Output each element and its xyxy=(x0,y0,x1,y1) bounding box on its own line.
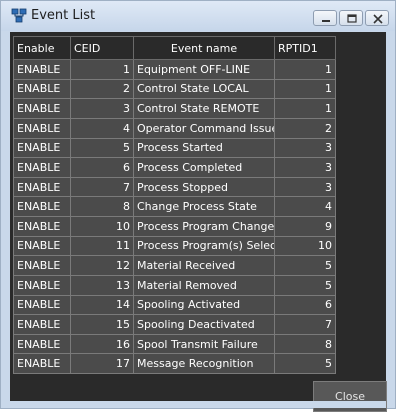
ceid-cell: 1 xyxy=(70,59,134,80)
enable-cell: ENABLE xyxy=(13,176,71,198)
event-name-cell: Process Completed xyxy=(133,157,275,178)
maximize-icon xyxy=(347,14,357,23)
event-name-cell: Spool Transmit Failure xyxy=(133,333,275,355)
column-header-ceid[interactable]: CEID xyxy=(70,36,134,60)
rptid1-cell: 10 xyxy=(274,235,336,257)
table-row[interactable]: ENABLE 10 Process Program Change 9 xyxy=(13,216,336,237)
enable-cell: ENABLE xyxy=(13,274,71,296)
event-table[interactable]: Enable CEID Event name RPTID1 ENABLE 1 Equ… xyxy=(13,36,336,374)
event-name-cell: Material Received xyxy=(133,255,275,276)
minimize-icon xyxy=(322,20,330,22)
rptid1-cell: 1 xyxy=(274,98,336,119)
ceid-cell: 12 xyxy=(70,255,134,276)
table-body: ENABLE 1 Equipment OFF-LINE 1 ENABLE 2 Control… xyxy=(13,59,336,374)
enable-cell: ENABLE xyxy=(13,353,71,374)
table-row[interactable]: ENABLE 8 Change Process State 4 xyxy=(13,196,336,217)
table-row[interactable]: ENABLE 2 Control State LOCAL 1 xyxy=(13,78,336,100)
rptid1-cell: 1 xyxy=(274,78,336,100)
close-window-button[interactable] xyxy=(365,10,389,26)
enable-cell: ENABLE xyxy=(13,314,71,335)
event-list-panel: Enable CEID Event name RPTID1 ENABLE 1 Equ… xyxy=(10,32,387,412)
enable-cell: ENABLE xyxy=(13,255,71,276)
event-name-cell: Spooling Deactivated xyxy=(133,314,275,335)
table-header-row: Enable CEID Event name RPTID1 xyxy=(13,36,336,60)
event-name-cell: Control State REMOTE xyxy=(133,98,275,119)
enable-cell: ENABLE xyxy=(13,78,71,100)
window-title: Event List xyxy=(31,8,96,23)
table-row[interactable]: ENABLE 12 Material Received 5 xyxy=(13,255,336,276)
rptid1-cell: 5 xyxy=(274,274,336,296)
rptid1-cell: 6 xyxy=(274,294,336,316)
ceid-cell: 15 xyxy=(70,314,134,335)
event-name-cell: Operator Command Issued xyxy=(133,117,275,139)
close-icon xyxy=(373,14,383,24)
ceid-cell: 10 xyxy=(70,216,134,237)
enable-cell: ENABLE xyxy=(13,59,71,80)
rptid1-cell: 9 xyxy=(274,216,336,237)
ceid-cell: 6 xyxy=(70,157,134,178)
table-row[interactable]: ENABLE 1 Equipment OFF-LINE 1 xyxy=(13,59,336,80)
table-row[interactable]: ENABLE11Process Program(s) Selected10 xyxy=(13,235,336,257)
window-frame-bottom xyxy=(10,401,386,408)
column-header-enable[interactable]: Enable xyxy=(13,36,71,60)
table-row[interactable]: ENABLE 15 Spooling Deactivated 7 xyxy=(13,314,336,335)
table-row[interactable]: ENABLE 7 Process Stopped 3 xyxy=(13,176,336,198)
enable-cell: ENABLE xyxy=(13,137,71,159)
rptid1-cell: 7 xyxy=(274,314,336,335)
enable-cell: ENABLE xyxy=(13,196,71,217)
column-header-event-name[interactable]: Event name xyxy=(133,36,275,60)
rptid1-cell: 5 xyxy=(274,255,336,276)
event-name-cell: Process Stopped xyxy=(133,176,275,198)
table-row[interactable]: ENABLE 5 Process Started 3 xyxy=(13,137,336,159)
column-header-rptid1[interactable]: RPTID1 xyxy=(274,36,336,60)
ceid-cell: 13 xyxy=(70,274,134,296)
rptid1-cell: 1 xyxy=(274,59,336,80)
rptid1-cell: 5 xyxy=(274,353,336,374)
ceid-cell: 2 xyxy=(70,78,134,100)
enable-cell: ENABLE xyxy=(13,235,71,257)
event-name-cell: Change Process State xyxy=(133,196,275,217)
table-row[interactable]: ENABLE 6 Process Completed 3 xyxy=(13,157,336,178)
rptid1-cell: 2 xyxy=(274,117,336,139)
event-name-cell: Spooling Activated xyxy=(133,294,275,316)
rptid1-cell: 3 xyxy=(274,157,336,178)
event-name-cell: Message Recognition xyxy=(133,353,275,374)
enable-cell: ENABLE xyxy=(13,333,71,355)
ceid-cell: 8 xyxy=(70,196,134,217)
table-row[interactable]: ENABLE 14 Spooling Activated 6 xyxy=(13,294,336,316)
enable-cell: ENABLE xyxy=(13,157,71,178)
table-row[interactable]: ENABLE 17 Message Recognition 5 xyxy=(13,353,336,374)
event-name-cell: Equipment OFF-LINE xyxy=(133,59,275,80)
rptid1-cell: 3 xyxy=(274,137,336,159)
ceid-cell: 14 xyxy=(70,294,134,316)
network-icon xyxy=(11,8,27,24)
event-name-cell: Control State LOCAL xyxy=(133,78,275,100)
ceid-cell: 7 xyxy=(70,176,134,198)
event-name-cell: Process Program(s) Selected xyxy=(133,235,275,257)
event-list-window: Event List Enable CEID Event name RPTID1… xyxy=(0,0,396,412)
minimize-button[interactable] xyxy=(313,10,337,26)
event-name-cell: Process Program Change xyxy=(133,216,275,237)
enable-cell: ENABLE xyxy=(13,117,71,139)
enable-cell: ENABLE xyxy=(13,294,71,316)
ceid-cell: 11 xyxy=(70,235,134,257)
table-row[interactable]: ENABLE 16 Spool Transmit Failure 8 xyxy=(13,333,336,355)
event-name-cell: Material Removed xyxy=(133,274,275,296)
ceid-cell: 4 xyxy=(70,117,134,139)
event-name-cell: Process Started xyxy=(133,137,275,159)
rptid1-cell: 3 xyxy=(274,176,336,198)
title-bar[interactable]: Event List xyxy=(1,1,395,31)
table-row[interactable]: ENABLE 4 Operator Command Issued 2 xyxy=(13,117,336,139)
table-row[interactable]: ENABLE 13 Material Removed 5 xyxy=(13,274,336,296)
table-row[interactable]: ENABLE 3 Control State REMOTE 1 xyxy=(13,98,336,119)
rptid1-cell: 8 xyxy=(274,333,336,355)
maximize-button[interactable] xyxy=(339,10,363,26)
rptid1-cell: 4 xyxy=(274,196,336,217)
enable-cell: ENABLE xyxy=(13,98,71,119)
ceid-cell: 5 xyxy=(70,137,134,159)
ceid-cell: 3 xyxy=(70,98,134,119)
ceid-cell: 16 xyxy=(70,333,134,355)
ceid-cell: 17 xyxy=(70,353,134,374)
enable-cell: ENABLE xyxy=(13,216,71,237)
